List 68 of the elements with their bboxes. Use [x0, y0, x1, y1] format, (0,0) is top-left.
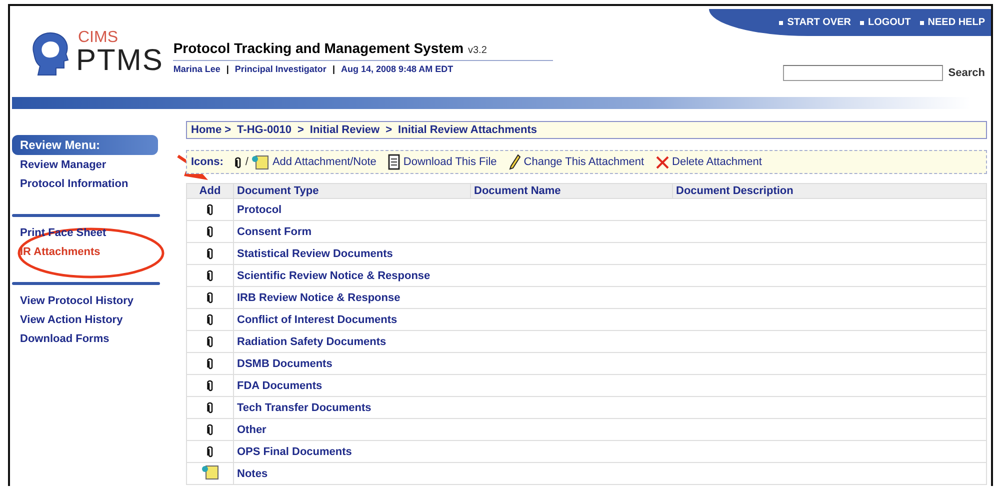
- version-label: v3.2: [468, 45, 487, 56]
- paperclip-icon[interactable]: [206, 423, 214, 436]
- logo-title: PTMS: [76, 46, 164, 76]
- breadcrumb-item[interactable]: >: [297, 124, 304, 136]
- breadcrumb-item[interactable]: >: [386, 124, 392, 136]
- document-type-link[interactable]: DSMB Documents: [237, 358, 332, 370]
- search-button[interactable]: Search: [948, 67, 985, 79]
- breadcrumb-item[interactable]: Initial Review: [310, 124, 380, 136]
- paperclip-icon[interactable]: [206, 401, 214, 414]
- date-time: Aug 14, 2008 9:48 AM EDT: [340, 64, 454, 74]
- document-type-link[interactable]: Statistical Review Documents: [237, 248, 393, 260]
- breadcrumb-item[interactable]: Initial Review Attachments: [398, 124, 538, 136]
- document-type-link[interactable]: Notes: [237, 468, 268, 480]
- document-type-link[interactable]: Protocol: [237, 204, 282, 216]
- paperclip-icon[interactable]: [206, 225, 214, 238]
- document-type-link[interactable]: Scientific Review Notice & Response: [237, 270, 430, 282]
- document-type-link[interactable]: Conflict of Interest Documents: [237, 314, 398, 326]
- separator-text: |: [332, 64, 335, 74]
- separator-text: |: [226, 64, 229, 74]
- sidebar-item[interactable]: View Action History: [20, 314, 123, 326]
- sidebar-item[interactable]: Review Manager: [20, 159, 106, 171]
- document-type-link[interactable]: IRB Review Notice & Response: [237, 292, 400, 304]
- document-type-link[interactable]: Tech Transfer Documents: [237, 402, 372, 414]
- breadcrumb-item[interactable]: Home >: [191, 124, 232, 136]
- legend-item: Change This Attachment: [524, 156, 644, 168]
- pencil-icon: [508, 154, 521, 170]
- paperclip-icon[interactable]: [206, 313, 214, 326]
- top-nav-link[interactable]: LOGOUT: [860, 17, 911, 28]
- paperclip-icon: [235, 156, 242, 168]
- column-header: Document Type: [234, 184, 470, 198]
- legend-item: Add Attachment/Note: [272, 156, 376, 168]
- note-icon: [251, 154, 270, 170]
- column-header: Document Name: [470, 184, 672, 198]
- note-icon[interactable]: [201, 464, 219, 480]
- user-name: Marina Lee: [173, 64, 220, 74]
- paperclip-icon[interactable]: [206, 269, 214, 282]
- column-header: Add: [186, 184, 234, 198]
- sidebar-item[interactable]: View Protocol History: [20, 295, 134, 307]
- document-type-link[interactable]: Consent Form: [237, 226, 312, 238]
- app-title: Protocol Tracking and Management System: [173, 40, 464, 56]
- sidebar-item[interactable]: IR Attachments: [20, 246, 100, 258]
- menu-header: Review Menu:: [12, 135, 158, 155]
- legend-item: Download This File: [403, 156, 497, 168]
- paperclip-icon[interactable]: [206, 357, 214, 370]
- paperclip-icon[interactable]: [206, 335, 214, 348]
- paperclip-icon[interactable]: [206, 203, 214, 216]
- top-nav-link[interactable]: START OVER: [779, 17, 851, 28]
- delete-x-icon: [656, 156, 670, 168]
- document-type-link[interactable]: FDA Documents: [237, 380, 322, 392]
- column-header: Document Description: [672, 184, 986, 198]
- separator-text: /: [245, 156, 248, 168]
- legend-item: Delete Attachment: [672, 156, 762, 168]
- document-icon: [388, 154, 400, 170]
- paperclip-icon[interactable]: [206, 291, 214, 304]
- breadcrumb-item[interactable]: T-HG-0010: [237, 124, 292, 136]
- legend-label: Icons:: [191, 156, 224, 168]
- search-field[interactable]: [783, 65, 944, 81]
- paperclip-icon[interactable]: [206, 247, 214, 260]
- document-type-link[interactable]: OPS Final Documents: [237, 446, 352, 458]
- paperclip-icon[interactable]: [206, 379, 214, 392]
- sidebar-item[interactable]: Download Forms: [20, 333, 110, 345]
- paperclip-icon[interactable]: [206, 445, 214, 458]
- document-type-link[interactable]: Radiation Safety Documents: [237, 336, 386, 348]
- user-role: Principal Investigator: [234, 64, 326, 74]
- top-nav-link[interactable]: NEED HELP: [920, 17, 985, 28]
- sidebar-item[interactable]: Protocol Information: [20, 178, 128, 190]
- logo-subtitle: CIMS: [78, 30, 119, 46]
- document-type-link[interactable]: Other: [237, 424, 266, 436]
